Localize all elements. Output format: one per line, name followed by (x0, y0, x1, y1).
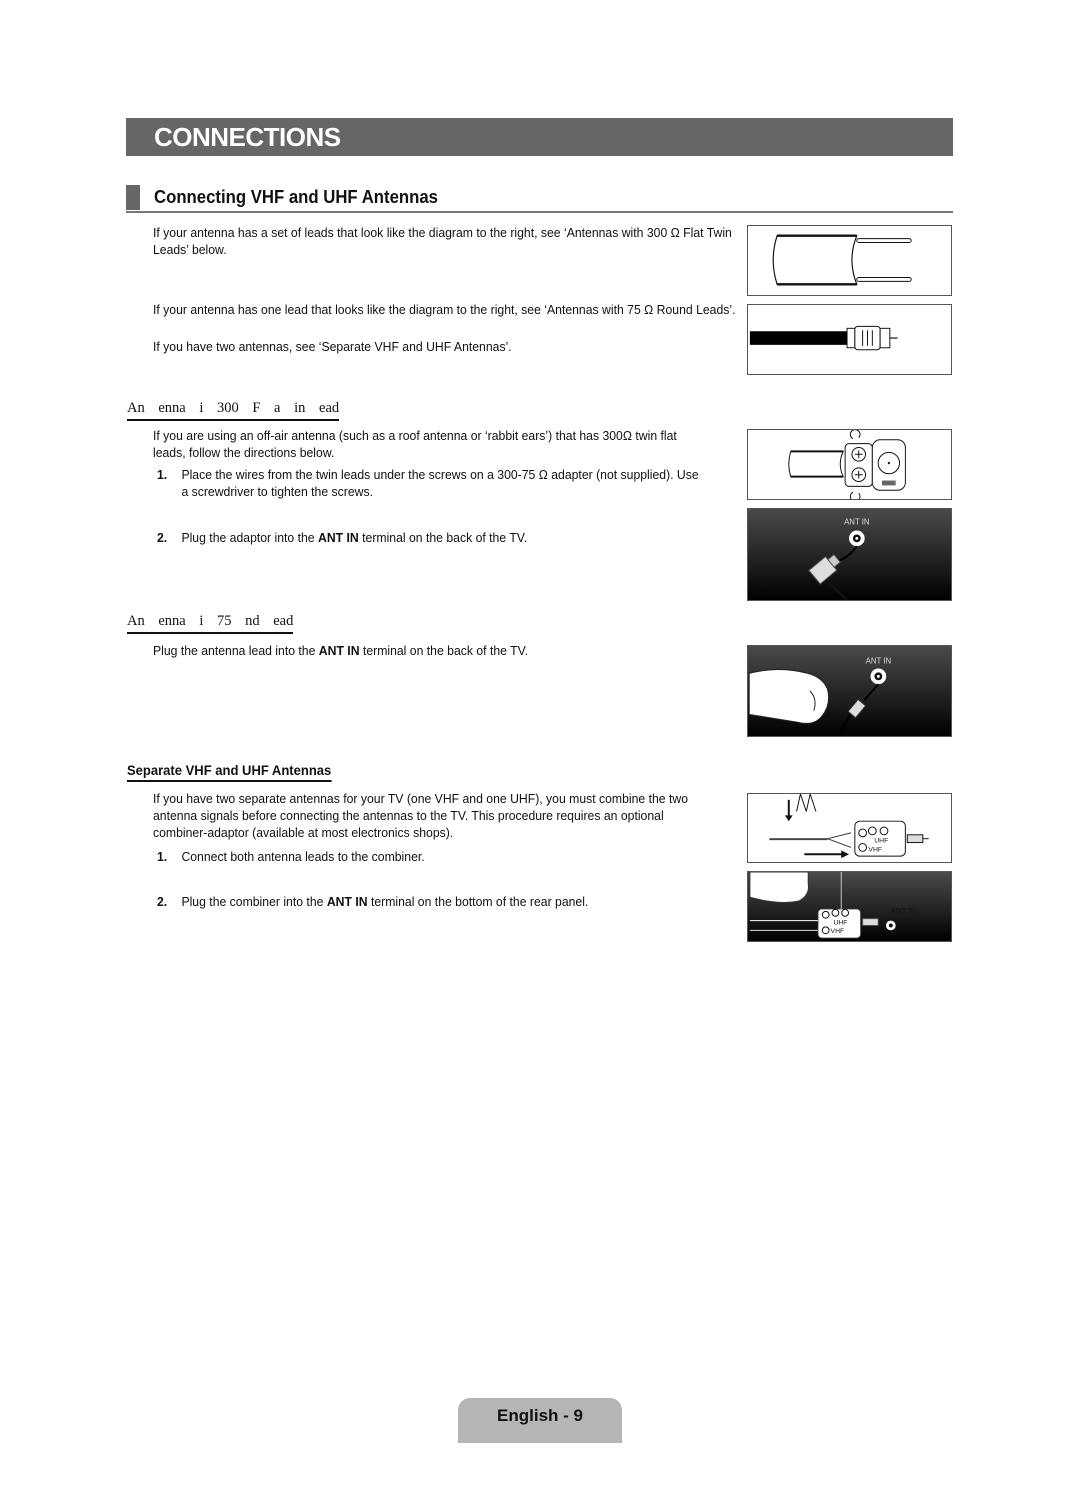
round-lead-instruction: Plug the antenna lead into the ANT IN te… (153, 643, 529, 658)
hand-plug-figure: ANT IN (747, 645, 952, 737)
flat-twin-step-1: 1. Place the wires from the twin leads u… (157, 466, 712, 500)
subsection-heading-flat-twin: An enna i 300 F a in ead (127, 399, 340, 421)
ant-in-adapter-icon: ANT IN (808, 518, 870, 600)
section-title: Connecting VHF and UHF Antennas (126, 184, 953, 213)
combiner-ant-in-icon: UHF VHF ANT IN (749, 872, 916, 939)
intro-paragraph-3: If you have two antennas, see ‘Separate … (153, 339, 512, 354)
step-text: Connect both antenna leads to the combin… (181, 849, 425, 864)
step-number: 2. (157, 530, 168, 545)
flat-twin-lead-icon (772, 234, 912, 286)
separate-step-1: 1. Connect both antenna leads to the com… (157, 848, 712, 865)
300-75-adapter-icon (788, 430, 906, 499)
page-header-title: CONNECTIONS (154, 122, 341, 152)
page-number-tab: English - 9 (458, 1398, 622, 1443)
page-number-label: English - 9 (497, 1406, 583, 1425)
separate-step-2: 2. Plug the combiner into the ANT IN ter… (157, 893, 712, 910)
hand-plugging-cable-icon: ANT IN (748, 657, 891, 736)
section-title-marker (126, 185, 140, 210)
uhf-label: UHF (874, 838, 888, 845)
ant-in-label: ANT IN (891, 906, 916, 915)
step-number: 1. (157, 467, 168, 482)
step-number: 2. (157, 894, 168, 909)
step-number: 1. (157, 849, 168, 864)
vhf-label: VHF (831, 928, 845, 935)
subsection-heading-round: An enna i 75 nd ead (127, 612, 294, 634)
step-text: Place the wires from the twin leads unde… (181, 467, 699, 499)
step-text: Plug the combiner into the ANT IN termin… (181, 894, 589, 909)
uhf-label: UHF (833, 919, 847, 926)
ant-in-label: ANT IN (844, 518, 869, 527)
intro-paragraph-2: If your antenna has one lead that looks … (153, 302, 736, 317)
combiner-figure: UHF VHF (747, 793, 952, 863)
section-title-text: Connecting VHF and UHF Antennas (154, 187, 438, 207)
ant-in-label: ANT IN (866, 657, 891, 666)
separate-intro: If you have two separate antennas for yo… (153, 791, 689, 840)
combiner-ant-in-figure: UHF VHF ANT IN (747, 871, 952, 942)
flat-twin-lead-figure (747, 225, 952, 296)
ant-in-adapter-figure: ANT IN (747, 508, 952, 601)
round-lead-figure (747, 304, 952, 375)
vhf-label: VHF (868, 846, 882, 853)
flat-twin-intro: If you are using an off-air antenna (suc… (153, 428, 677, 460)
subsection-heading-separate: Separate VHF and UHF Antennas (127, 761, 332, 782)
flat-twin-step-2: 2. Plug the adaptor into the ANT IN term… (157, 529, 712, 546)
adapter-figure (747, 429, 952, 500)
coaxial-cable-icon (749, 325, 898, 351)
intro-paragraph-1: If your antenna has a set of leads that … (153, 225, 732, 257)
combiner-diagram-icon: UHF VHF (769, 794, 929, 859)
page-header-banner: CONNECTIONS (126, 118, 953, 156)
step-text: Plug the adaptor into the ANT IN termina… (181, 530, 528, 545)
